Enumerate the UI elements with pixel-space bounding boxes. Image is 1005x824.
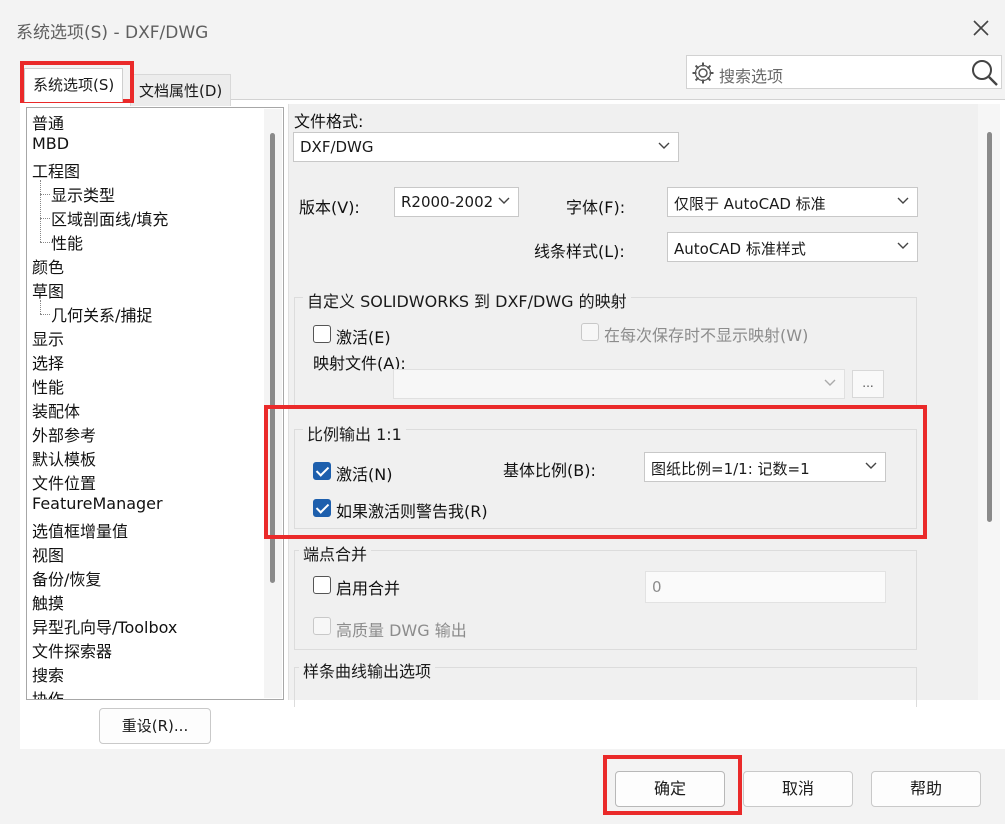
chevron-down-icon bbox=[865, 462, 877, 469]
help-button[interactable]: 帮助 bbox=[871, 771, 981, 807]
file-format-dropdown[interactable]: DXF/DWG bbox=[293, 132, 679, 162]
linestyle-label: 线条样式(L): bbox=[534, 242, 625, 261]
tree-item[interactable]: 选择 bbox=[32, 350, 64, 374]
chevron-down-icon bbox=[897, 197, 909, 204]
tree-item[interactable]: 几何关系/捕捉 bbox=[51, 302, 152, 326]
chevron-down-icon bbox=[897, 242, 909, 249]
tree-connector bbox=[40, 314, 50, 315]
tree-item[interactable]: 普通 bbox=[32, 110, 64, 134]
mapping-no-show-label: 在每次保存时不显示映射(W) bbox=[604, 326, 809, 345]
tree-item[interactable]: 协作 bbox=[32, 686, 64, 699]
tree-item[interactable]: 性能 bbox=[51, 230, 83, 254]
scale-activate-checkbox[interactable] bbox=[313, 462, 331, 480]
cancel-button[interactable]: 取消 bbox=[743, 771, 853, 807]
version-label: 版本(V): bbox=[299, 198, 360, 217]
chevron-down-icon bbox=[498, 197, 510, 204]
tree-item[interactable]: 草图 bbox=[32, 278, 64, 302]
search-icon[interactable] bbox=[969, 57, 999, 87]
window-title: 系统选项(S) - DXF/DWG bbox=[16, 23, 209, 43]
ok-button[interactable]: 确定 bbox=[615, 771, 725, 807]
tree-connector bbox=[40, 242, 50, 243]
tree-item[interactable]: 触摸 bbox=[32, 590, 64, 614]
mapping-file-dropdown[interactable] bbox=[393, 369, 845, 399]
tab-document-properties[interactable]: 文档属性(D) bbox=[130, 74, 232, 106]
tree-item[interactable]: MBD bbox=[32, 134, 69, 153]
chevron-down-icon bbox=[824, 379, 836, 386]
tree-item[interactable]: 装配体 bbox=[32, 398, 80, 422]
font-label: 字体(F): bbox=[566, 198, 626, 217]
tree-item[interactable]: 异型孔向导/Toolbox bbox=[32, 614, 177, 638]
merge-enable-checkbox[interactable] bbox=[313, 576, 331, 594]
search-input[interactable]: 搜索选项 bbox=[719, 63, 783, 87]
mapping-file-label: 映射文件(A): bbox=[313, 354, 406, 373]
tree-item[interactable]: 显示类型 bbox=[51, 182, 115, 206]
tree-item[interactable]: 区域剖面线/填充 bbox=[51, 206, 168, 230]
close-icon bbox=[973, 20, 989, 36]
tree-item[interactable]: 备份/恢复 bbox=[32, 566, 101, 590]
tree-connector bbox=[40, 300, 41, 314]
base-scale-value: 图纸比例=1/1: 记数=1 bbox=[651, 460, 810, 478]
tree-connector bbox=[40, 218, 50, 219]
tree-connector bbox=[40, 180, 41, 242]
merge-group-title: 端点合并 bbox=[299, 541, 372, 565]
gear-icon bbox=[692, 62, 714, 84]
tree-item[interactable]: 搜索 bbox=[32, 662, 64, 686]
tree-item[interactable]: 选值框增量值 bbox=[32, 518, 128, 542]
scale-group-title: 比例输出 1:1 bbox=[303, 421, 406, 445]
tree-item[interactable]: 外部参考 bbox=[32, 422, 96, 446]
scale-warn-label: 如果激活则警告我(R) bbox=[336, 502, 488, 521]
version-dropdown[interactable]: R2000-2002 bbox=[394, 187, 519, 217]
scale-activate-label: 激活(N) bbox=[336, 465, 393, 484]
title-bar: 系统选项(S) - DXF/DWG bbox=[0, 0, 1005, 58]
reset-button[interactable]: 重设(R)... bbox=[99, 708, 211, 744]
base-scale-dropdown[interactable]: 图纸比例=1/1: 记数=1 bbox=[644, 452, 886, 482]
scale-warn-checkbox[interactable] bbox=[313, 499, 331, 517]
tree-item[interactable]: FeatureManager bbox=[32, 494, 163, 513]
tree-scrollbar[interactable] bbox=[264, 109, 282, 698]
dialog-footer bbox=[0, 749, 1005, 824]
tab-system-options[interactable]: 系统选项(S) bbox=[24, 68, 124, 102]
version-value: R2000-2002 bbox=[401, 193, 494, 211]
hq-dwg-label: 高质量 DWG 输出 bbox=[336, 621, 467, 640]
tree-connector bbox=[40, 194, 50, 195]
merge-tolerance-input[interactable]: 0 bbox=[645, 571, 886, 603]
mapping-activate-label: 激活(E) bbox=[336, 328, 391, 347]
merge-enable-label: 启用合并 bbox=[336, 579, 401, 598]
linestyle-value: AutoCAD 标准样式 bbox=[674, 240, 806, 258]
font-dropdown[interactable]: 仅限于 AutoCAD 标准 bbox=[667, 187, 918, 217]
linestyle-dropdown[interactable]: AutoCAD 标准样式 bbox=[667, 232, 918, 262]
mapping-browse-button[interactable]: ... bbox=[852, 370, 884, 398]
font-value: 仅限于 AutoCAD 标准 bbox=[674, 195, 826, 213]
tree-item[interactable]: 文件探索器 bbox=[32, 638, 112, 662]
file-format-value: DXF/DWG bbox=[300, 138, 374, 156]
file-format-label: 文件格式: bbox=[294, 112, 364, 131]
spline-group-title: 样条曲线输出选项 bbox=[299, 658, 436, 682]
tree-item[interactable]: 默认模板 bbox=[32, 446, 96, 470]
tree-item[interactable]: 工程图 bbox=[32, 158, 80, 182]
tree-scroll-thumb[interactable] bbox=[270, 133, 275, 583]
options-tree[interactable]: 普通 MBD 工程图 显示类型 区域剖面线/填充 性能 颜色 草图 几何关系/捕捉 显示 选择 性能装… bbox=[26, 107, 284, 700]
content-scrollbar[interactable] bbox=[978, 104, 1000, 700]
base-scale-label: 基体比例(B): bbox=[503, 461, 596, 480]
left-edge-artifact bbox=[0, 230, 6, 530]
tree-item[interactable]: 文件位置 bbox=[32, 470, 96, 494]
search-options-box[interactable]: 搜索选项 bbox=[686, 55, 1002, 89]
mapping-group-title: 自定义 SOLIDWORKS 到 DXF/DWG 的映射 bbox=[303, 288, 631, 312]
content-scroll-thumb[interactable] bbox=[987, 132, 992, 522]
tree-item[interactable]: 颜色 bbox=[32, 254, 64, 278]
close-button[interactable] bbox=[963, 10, 999, 46]
mapping-activate-checkbox[interactable] bbox=[313, 325, 331, 343]
tree-item[interactable]: 性能 bbox=[32, 374, 64, 398]
hq-dwg-checkbox[interactable] bbox=[313, 617, 331, 635]
tree-item[interactable]: 显示 bbox=[32, 326, 64, 350]
mapping-no-show-checkbox[interactable] bbox=[581, 323, 599, 341]
chevron-down-icon bbox=[658, 142, 670, 149]
tree-item[interactable]: 视图 bbox=[32, 542, 64, 566]
